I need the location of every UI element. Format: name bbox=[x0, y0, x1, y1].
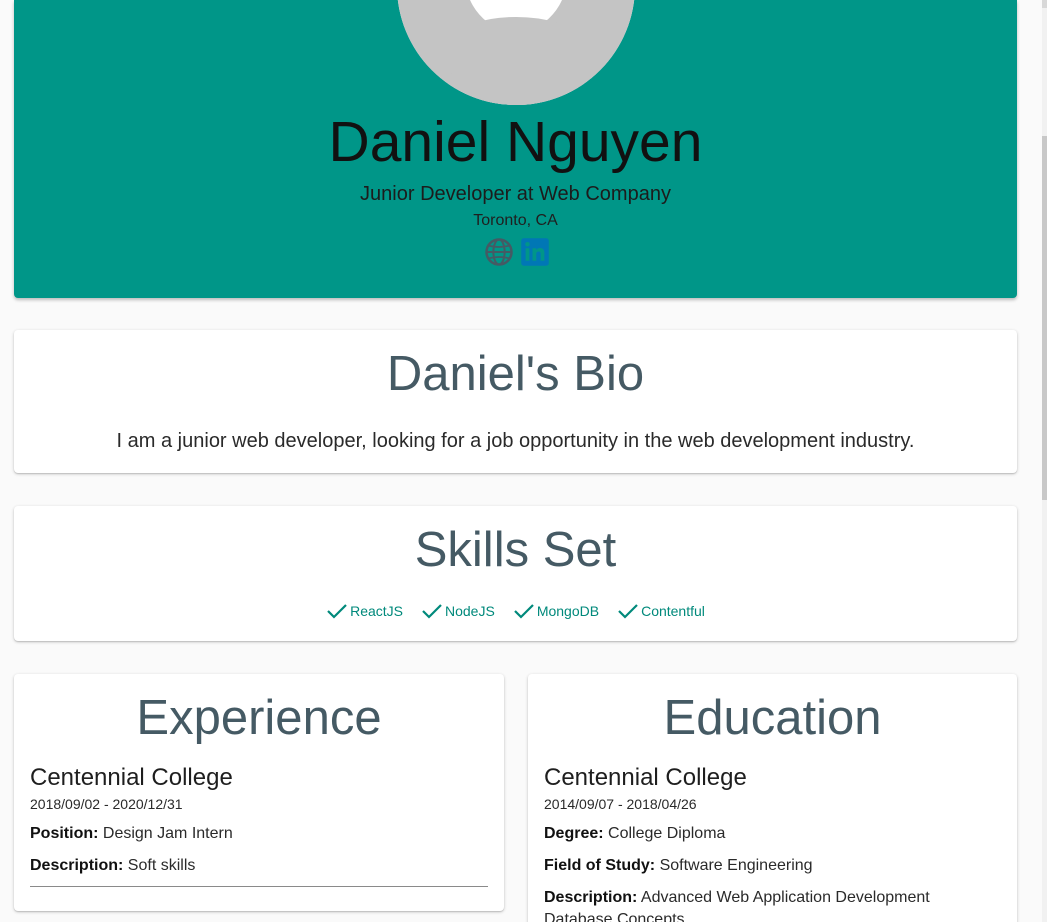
profile-headline: Junior Developer at Web Company bbox=[360, 183, 671, 205]
experience-title: Experience bbox=[136, 691, 382, 745]
skill-label: NodeJS bbox=[445, 603, 495, 619]
education-dates: 2014/09/07 - 2018/04/26 bbox=[544, 796, 697, 812]
description-value: Soft skills bbox=[127, 857, 196, 874]
skill-label: MongoDB bbox=[536, 603, 600, 619]
education-degree: Degree: College Diploma bbox=[544, 824, 1001, 844]
skills-title: Skills Set bbox=[414, 523, 617, 577]
check-icon bbox=[618, 604, 638, 619]
profile-location: Toronto, CA bbox=[473, 212, 558, 229]
skill-item: ReactJS bbox=[326, 602, 403, 620]
degree-value: College Diploma bbox=[608, 825, 726, 842]
description-label: Description: bbox=[30, 857, 124, 874]
globe-icon bbox=[485, 238, 513, 266]
education-description-more: Database Concepts bbox=[544, 911, 685, 922]
education-description: Description: Advanced Web Application De… bbox=[544, 888, 1001, 908]
education-title: Education bbox=[663, 691, 882, 745]
profile-page: Daniel Nguyen Junior Developer at Web Co… bbox=[0, 0, 1047, 922]
position-label: Position: bbox=[30, 825, 99, 842]
entry-divider bbox=[30, 886, 488, 887]
default-avatar-icon bbox=[397, 0, 635, 105]
bio-card: Daniel's Bio I am a junior web developer… bbox=[14, 330, 1017, 473]
skill-label: ReactJS bbox=[350, 603, 403, 619]
experience-position: Position: Design Jam Intern bbox=[30, 824, 488, 844]
social-links bbox=[483, 236, 551, 268]
skills-list: ReactJS NodeJS MongoDB Contentful bbox=[14, 602, 1017, 620]
skill-item: MongoDB bbox=[513, 602, 599, 620]
position-value: Design Jam Intern bbox=[102, 825, 233, 842]
skill-item: NodeJS bbox=[421, 602, 495, 620]
linkedin-icon bbox=[521, 238, 549, 266]
linkedin-link[interactable] bbox=[519, 236, 551, 268]
bio-title: Daniel's Bio bbox=[386, 347, 645, 401]
scrollbar-thumb[interactable] bbox=[1042, 136, 1047, 500]
field-value: Software Engineering bbox=[659, 857, 813, 874]
field-label: Field of Study: bbox=[544, 857, 656, 874]
scroll-up-arrow[interactable] bbox=[1042, 0, 1047, 8]
profile-header: Daniel Nguyen Junior Developer at Web Co… bbox=[14, 0, 1017, 298]
skill-label: Contentful bbox=[641, 603, 705, 619]
check-icon bbox=[422, 604, 442, 619]
experience-card: Experience Centennial College 2018/09/02… bbox=[14, 674, 504, 911]
degree-label: Degree: bbox=[544, 825, 604, 842]
description-value: Advanced Web Application Development bbox=[640, 889, 930, 906]
experience-organization: Centennial College bbox=[30, 764, 233, 791]
website-link[interactable] bbox=[483, 236, 515, 268]
skill-item: Contentful bbox=[617, 602, 705, 620]
avatar bbox=[397, 0, 635, 105]
experience-description: Description: Soft skills bbox=[30, 856, 488, 876]
bio-text: I am a junior web developer, looking for… bbox=[116, 430, 915, 452]
experience-entry: Centennial College 2018/09/02 - 2020/12/… bbox=[30, 764, 488, 887]
description-label: Description: bbox=[544, 889, 638, 906]
experience-dates: 2018/09/02 - 2020/12/31 bbox=[30, 796, 183, 812]
education-entry: Centennial College 2014/09/07 - 2018/04/… bbox=[544, 764, 1001, 922]
profile-name: Daniel Nguyen bbox=[328, 110, 703, 174]
education-card: Education Centennial College 2014/09/07 … bbox=[528, 674, 1017, 922]
education-organization: Centennial College bbox=[544, 764, 747, 791]
skills-card: Skills Set ReactJS NodeJS MongoDB Conten… bbox=[14, 506, 1017, 641]
education-field: Field of Study: Software Engineering bbox=[544, 856, 1001, 876]
check-icon bbox=[514, 604, 534, 619]
check-icon bbox=[327, 604, 347, 619]
